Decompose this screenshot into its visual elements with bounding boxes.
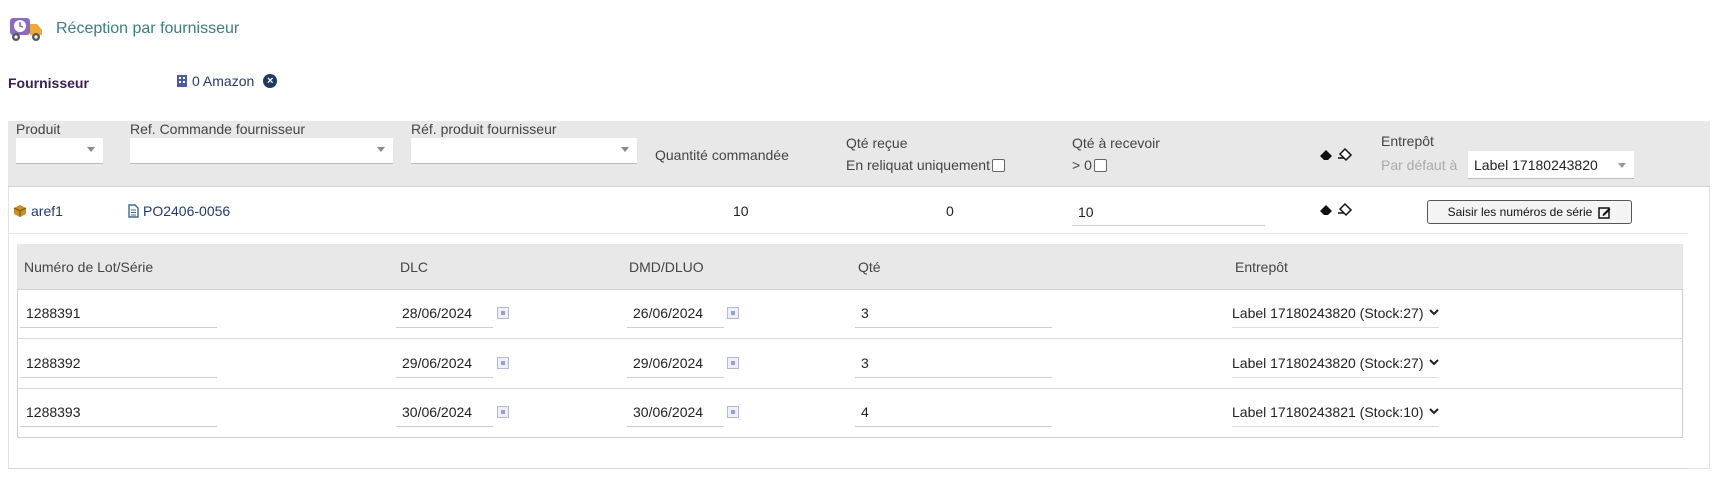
page-title: Réception par fournisseur (56, 20, 240, 37)
qty-to-receive-input[interactable]: 10 (1072, 198, 1265, 226)
lot-qty-input[interactable]: 3 (855, 298, 1052, 328)
lot-table-header (17, 244, 1683, 290)
reliquat-filter: En reliquat uniquement (846, 157, 1005, 173)
serial-button-label: Saisir les numéros de série (1447, 205, 1593, 219)
lot-warehouse-select[interactable]: Label 17180243820 (Stock:27) (1232, 348, 1440, 378)
col-qte: Qté (858, 259, 881, 275)
building-icon (177, 75, 187, 87)
col-dmd: DMD/DLUO (629, 259, 704, 275)
dlc-input[interactable]: 29/06/2024 (396, 348, 493, 378)
eraser-icons-row[interactable] (1318, 201, 1354, 217)
reliquat-checkbox[interactable] (992, 159, 1005, 172)
lot-qty-input[interactable]: 3 (855, 348, 1052, 378)
cube-icon (13, 205, 27, 217)
lot-warehouse-value: Label 17180243820 (Stock:27) (1232, 304, 1424, 321)
dlc-input[interactable]: 30/06/2024 (396, 397, 493, 427)
col-entrepot: Entrepôt (1381, 133, 1434, 149)
chevron-down-icon (1429, 408, 1440, 415)
dlc-input[interactable]: 28/06/2024 (396, 298, 493, 328)
calendar-icon[interactable] (497, 406, 509, 418)
default-warehouse-value: Label 17180243820 (1474, 157, 1598, 173)
lot-qty-input[interactable]: 4 (855, 397, 1052, 427)
supplier-label: Fournisseur (8, 75, 89, 91)
row-divider (17, 388, 1683, 389)
par-defaut-label: Par défaut à (1381, 157, 1458, 173)
lot-warehouse-select[interactable]: Label 17180243821 (Stock:10) (1232, 397, 1440, 427)
row-divider (17, 338, 1683, 339)
product-ref: aref1 (31, 203, 63, 219)
col-ref-commande: Ref. Commande fournisseur (130, 121, 306, 137)
chevron-down-icon (1429, 309, 1440, 316)
col-ref-produit: Réf. produit fournisseur (411, 121, 557, 137)
col-produit: Produit (16, 121, 61, 137)
lot-warehouse-value: Label 17180243820 (Stock:27) (1232, 354, 1424, 371)
lot-warehouse-select[interactable]: Label 17180243820 (Stock:27) (1232, 298, 1440, 328)
truck-clock-icon (10, 18, 42, 41)
col-dlc: DLC (400, 259, 429, 275)
edit-icon (1598, 206, 1611, 219)
qty-received: 0 (946, 203, 954, 219)
gt-zero-filter: > 0 (1072, 157, 1107, 173)
col-lot: Numéro de Lot/Série (24, 259, 154, 275)
order-ref: PO2406-0056 (143, 203, 231, 219)
calendar-icon[interactable] (727, 406, 739, 418)
col-sub-entrepot: Entrepôt (1235, 259, 1288, 275)
dmd-input[interactable]: 30/06/2024 (627, 397, 724, 427)
dmd-input[interactable]: 29/06/2024 (627, 348, 724, 378)
lot-warehouse-value: Label 17180243821 (Stock:10) (1232, 403, 1424, 420)
col-qte-recue: Qté reçue (846, 135, 908, 151)
calendar-icon[interactable] (497, 357, 509, 369)
eraser-icons-header[interactable] (1318, 146, 1354, 162)
table-bottom-border (8, 468, 1688, 469)
calendar-icon[interactable] (727, 307, 739, 319)
supplier-selector[interactable]: 0 Amazon × (176, 73, 278, 89)
col-qte-commandee: Quantité commandée (655, 147, 789, 163)
gt-zero-label: > 0 (1072, 157, 1092, 173)
order-link[interactable]: PO2406-0056 (128, 203, 230, 219)
default-warehouse-select[interactable]: Label 17180243820 (1468, 151, 1634, 179)
filter-ref-produit-select[interactable] (411, 138, 637, 164)
document-icon (128, 204, 139, 218)
supplier-name: 0 Amazon (192, 73, 255, 89)
chevron-down-icon (1429, 359, 1440, 366)
close-circle-icon[interactable]: × (263, 74, 278, 88)
filter-produit-select[interactable] (16, 138, 103, 164)
product-link[interactable]: aref1 (13, 203, 63, 219)
gt-zero-checkbox[interactable] (1093, 159, 1107, 172)
qty-ordered: 10 (733, 203, 749, 219)
dmd-input[interactable]: 26/06/2024 (627, 298, 724, 328)
lot-number-input[interactable]: 1288393 (20, 397, 217, 427)
enter-serial-numbers-button[interactable]: Saisir les numéros de série (1427, 200, 1632, 224)
filter-ref-commande-select[interactable] (130, 138, 393, 164)
calendar-icon[interactable] (497, 307, 509, 319)
page-header: Réception par fournisseur (8, 14, 239, 44)
col-qte-a-recevoir: Qté à recevoir (1072, 135, 1160, 151)
lot-number-input[interactable]: 1288392 (20, 348, 217, 378)
lot-number-input[interactable]: 1288391 (20, 298, 217, 328)
reliquat-label: En reliquat uniquement (846, 157, 990, 173)
calendar-icon[interactable] (727, 357, 739, 369)
